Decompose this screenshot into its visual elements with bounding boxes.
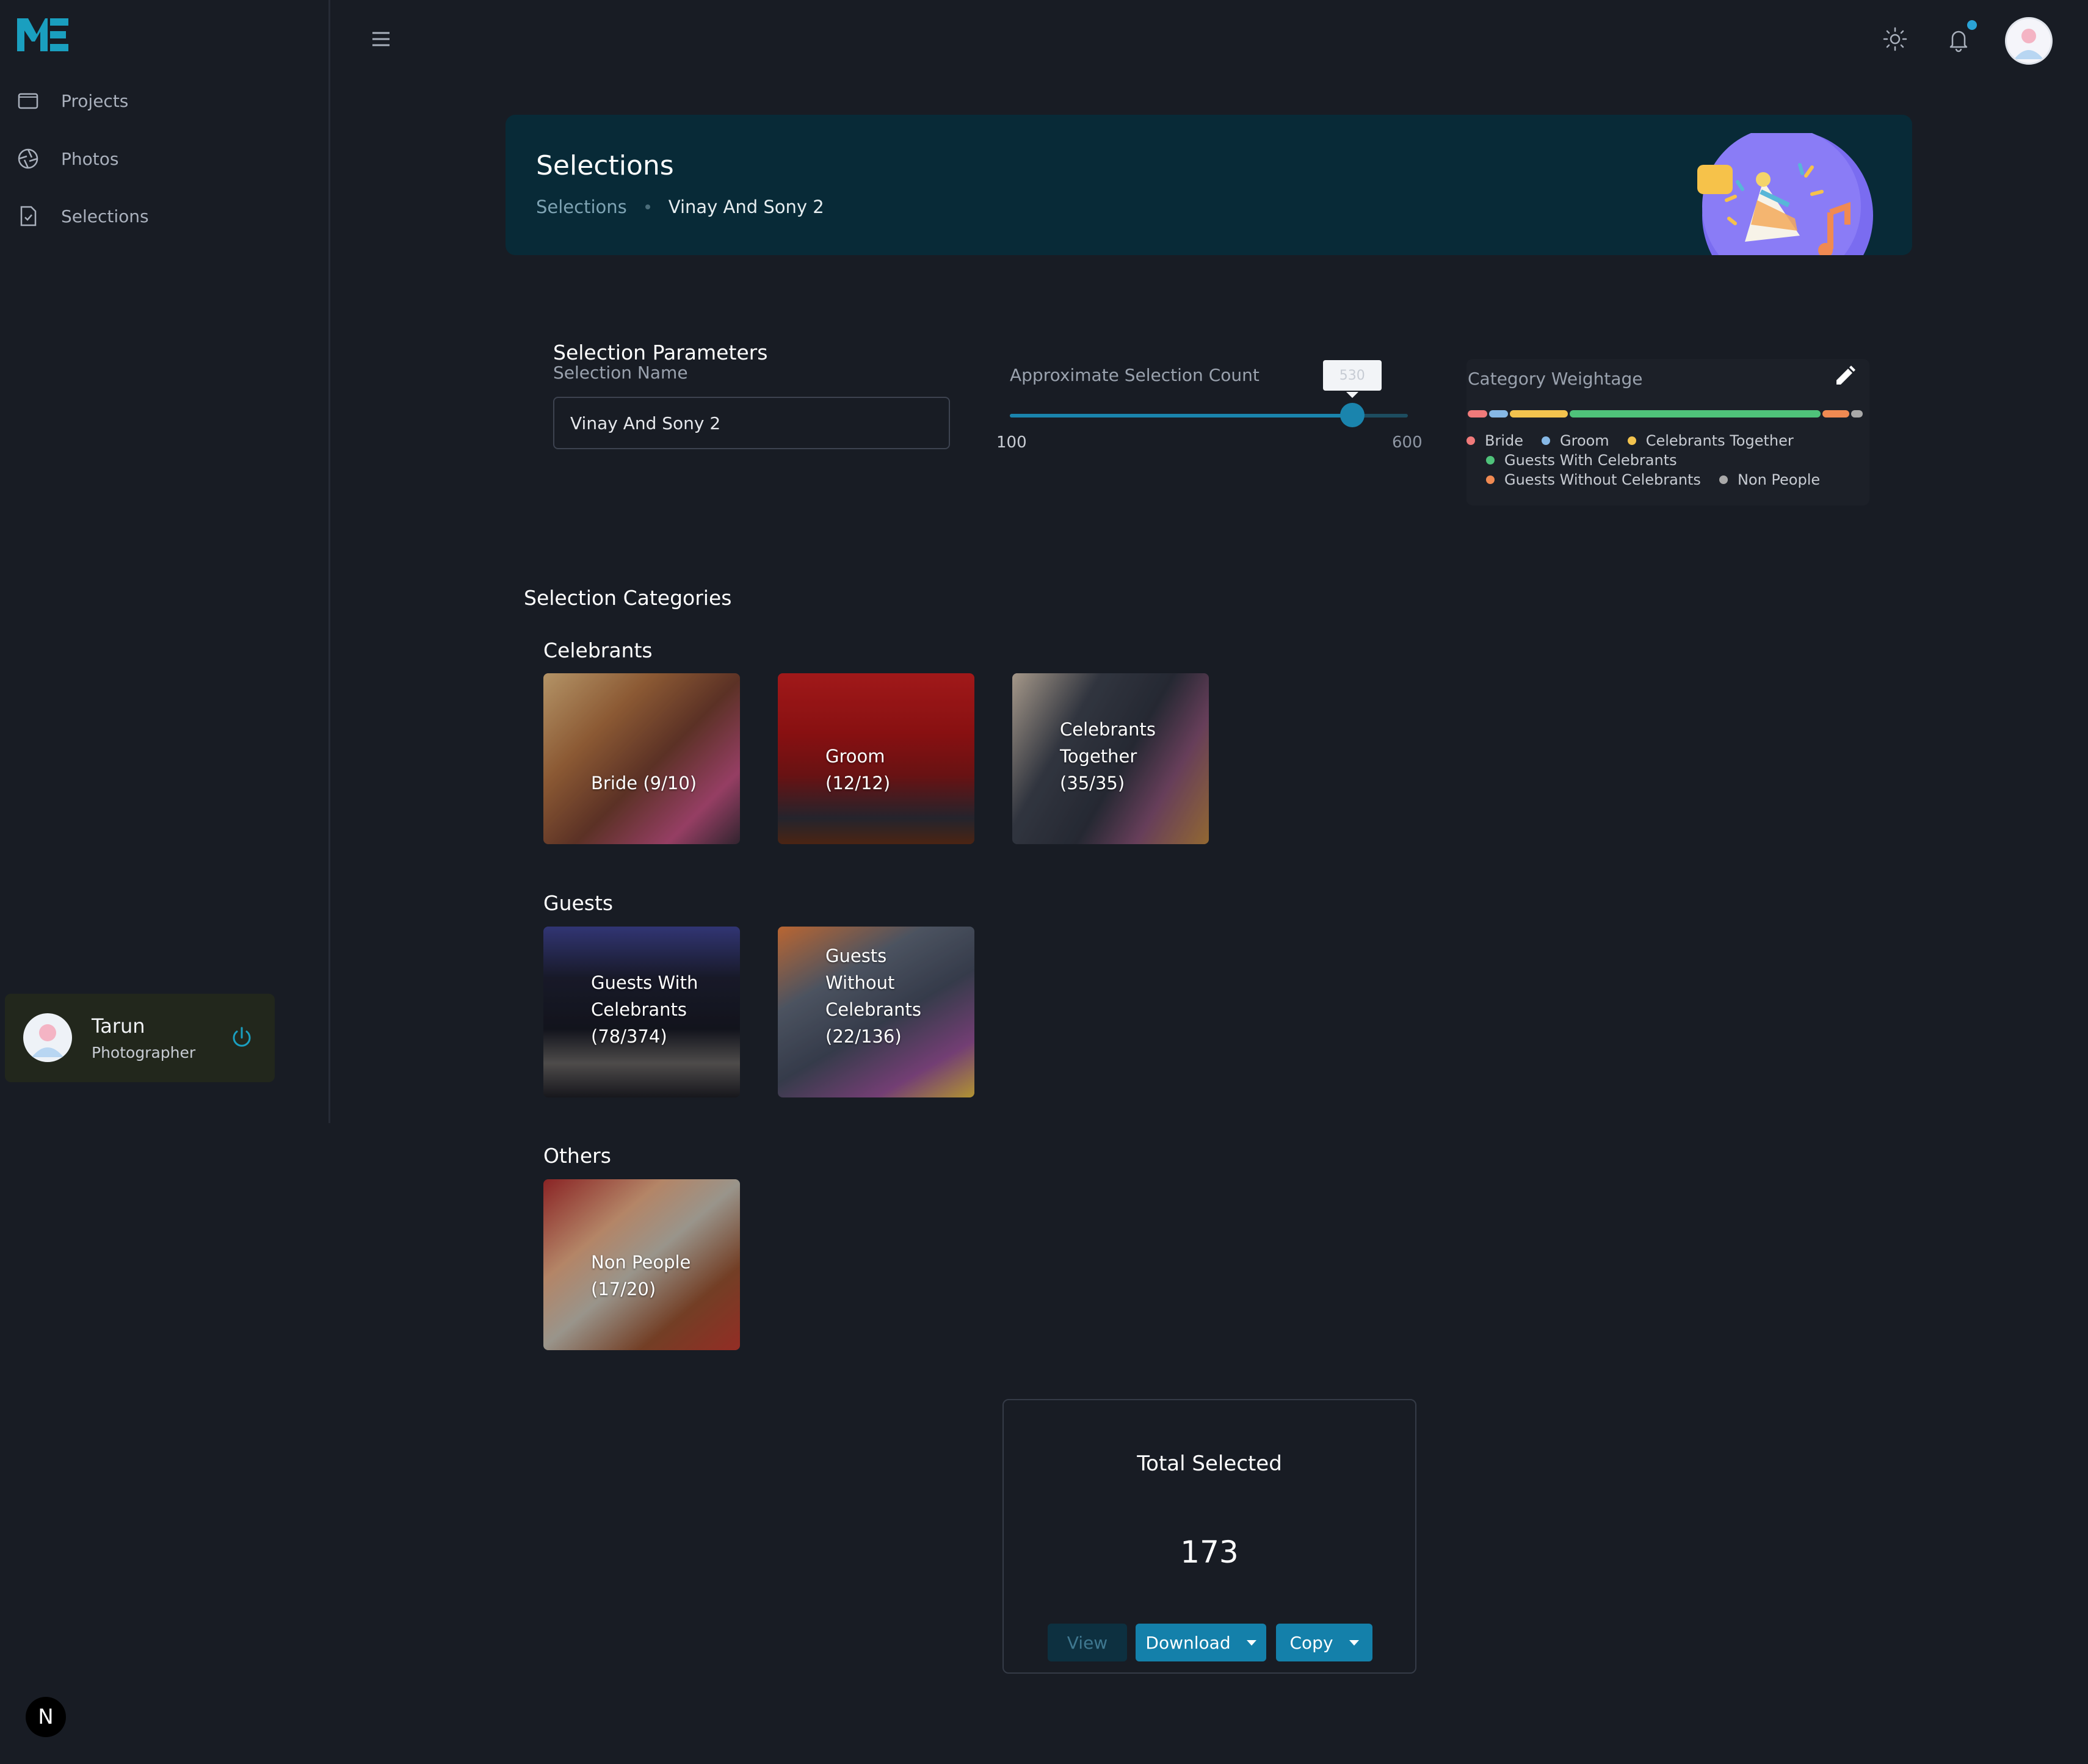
- slider-fill: [1010, 414, 1352, 418]
- sun-icon[interactable]: [1880, 24, 1910, 54]
- category-card-label: Guests Without Celebrants (22/136): [825, 945, 921, 1047]
- notification-badge: [1967, 20, 1977, 30]
- button-label: View: [1067, 1632, 1108, 1653]
- category-weightage: Category Weightage Bride Groom Celebrant…: [1466, 359, 1869, 505]
- legend-dot: [1486, 456, 1495, 464]
- weightage-legend: Bride Groom Celebrants Together Guests W…: [1466, 431, 1869, 490]
- legend-dot: [1486, 475, 1495, 484]
- sidebar-item-label: Photos: [61, 148, 119, 169]
- page-title: Selections: [536, 150, 674, 181]
- category-card-label: Non People (17/20): [591, 1252, 691, 1300]
- total-count: 173: [1180, 1534, 1239, 1570]
- legend-item: Celebrants Together: [1627, 432, 1794, 449]
- brand-logo[interactable]: [15, 13, 70, 56]
- weightage-segment: [1488, 410, 1509, 418]
- weightage-segment: [1851, 410, 1863, 418]
- weightage-segment: [1510, 410, 1568, 418]
- breadcrumb-separator: [645, 204, 650, 209]
- caret-down-icon[interactable]: [1349, 1639, 1359, 1646]
- button-label: Download: [1145, 1632, 1231, 1653]
- category-card-guests-with-celebrants[interactable]: Guests With Celebrants (78/374): [543, 927, 740, 1097]
- legend-item: Guests With Celebrants: [1486, 452, 1677, 469]
- slider-min-label: 100: [996, 433, 1027, 452]
- slider-max-label: 600: [1392, 433, 1423, 452]
- group-label-guests: Guests: [543, 891, 614, 915]
- selection-count-slider[interactable]: 530: [1010, 360, 1408, 427]
- category-card-label: Groom (12/12): [825, 746, 891, 793]
- weightage-segment: [1822, 410, 1850, 418]
- folder-icon: [18, 93, 38, 109]
- section-title: Selection Categories: [524, 586, 732, 610]
- sidebar-item-projects[interactable]: Projects: [16, 82, 128, 119]
- category-card-groom[interactable]: Groom (12/12): [778, 673, 974, 844]
- user-card: Tarun Photographer: [5, 994, 275, 1082]
- copy-button[interactable]: Copy: [1276, 1624, 1372, 1661]
- avatar: [23, 1013, 72, 1062]
- framework-badge[interactable]: N: [26, 1697, 66, 1737]
- page-banner: Selections Selections Vinay And Sony 2: [506, 115, 1912, 255]
- category-card-label: Celebrants Together (35/35): [1060, 719, 1156, 793]
- user-role: Photographer: [92, 1044, 196, 1061]
- category-card-guests-without-celebrants[interactable]: Guests Without Celebrants (22/136): [778, 927, 974, 1097]
- sidebar-item-photos[interactable]: Photos: [16, 140, 118, 177]
- category-card-label: Guests With Celebrants (78/374): [591, 972, 698, 1047]
- sidebar-item-selections[interactable]: Selections: [16, 198, 149, 234]
- document-icon: [20, 206, 37, 226]
- power-icon[interactable]: [228, 1024, 255, 1051]
- category-card-celebrants-together[interactable]: Celebrants Together (35/35): [1012, 673, 1209, 844]
- view-button[interactable]: View: [1048, 1624, 1127, 1661]
- group-label-celebrants: Celebrants: [543, 638, 653, 662]
- caret-down-icon[interactable]: [1246, 1639, 1256, 1646]
- weightage-segment: [1468, 410, 1487, 418]
- slider-label: Approximate Selection Count: [1010, 365, 1260, 385]
- section-title: Selection Parameters: [553, 341, 768, 364]
- breadcrumb: Selections Vinay And Sony 2: [536, 197, 824, 217]
- group-label-others: Others: [543, 1144, 611, 1168]
- pencil-icon[interactable]: [1830, 363, 1858, 391]
- total-selected-card: Total Selected 173 View Download Copy: [1002, 1399, 1416, 1674]
- legend-dot: [1466, 436, 1475, 445]
- menu-icon[interactable]: [369, 27, 393, 51]
- weightage-bar: [1468, 410, 1865, 418]
- sidebar-item-label: Projects: [61, 90, 129, 111]
- sidebar-item-label: Selections: [61, 206, 149, 226]
- account-avatar[interactable]: [2005, 17, 2053, 65]
- legend-item: Bride: [1466, 432, 1523, 449]
- selection-parameters-card: Selection Parameters Selection Name Appr…: [506, 299, 1912, 549]
- legend-dot: [1719, 475, 1728, 484]
- total-title: Total Selected: [1137, 1451, 1282, 1476]
- category-card-bride[interactable]: Bride (9/10): [543, 673, 740, 844]
- button-label: Copy: [1289, 1632, 1333, 1653]
- weightage-segment: [1569, 410, 1821, 418]
- user-avatar-icon: [32, 1024, 63, 1057]
- breadcrumb-link[interactable]: Selections: [536, 197, 627, 217]
- category-card-label: Bride (9/10): [591, 773, 697, 793]
- user-name: Tarun: [92, 1014, 145, 1038]
- field-label: Selection Name: [553, 363, 688, 383]
- legend-item: Non People: [1719, 471, 1820, 488]
- breadcrumb-current: Vinay And Sony 2: [668, 197, 824, 217]
- legend-item: Guests Without Celebrants: [1486, 471, 1701, 488]
- weightage-label: Category Weightage: [1468, 369, 1643, 389]
- sidebar: Projects Photos Selections Tarun Photogr…: [0, 0, 330, 1123]
- download-button[interactable]: Download: [1136, 1624, 1266, 1661]
- party-hat-illustration: [1697, 133, 1873, 255]
- legend-dot: [1542, 436, 1550, 445]
- legend-dot: [1627, 436, 1636, 445]
- slider-tooltip: 530: [1322, 360, 1382, 398]
- legend-item: Groom: [1542, 432, 1609, 449]
- selection-name-input[interactable]: [553, 397, 950, 449]
- category-card-non-people[interactable]: Non People (17/20): [543, 1179, 740, 1350]
- user-avatar-icon: [2014, 29, 2043, 59]
- slider-thumb[interactable]: [1339, 403, 1365, 427]
- aperture-icon: [18, 148, 38, 169]
